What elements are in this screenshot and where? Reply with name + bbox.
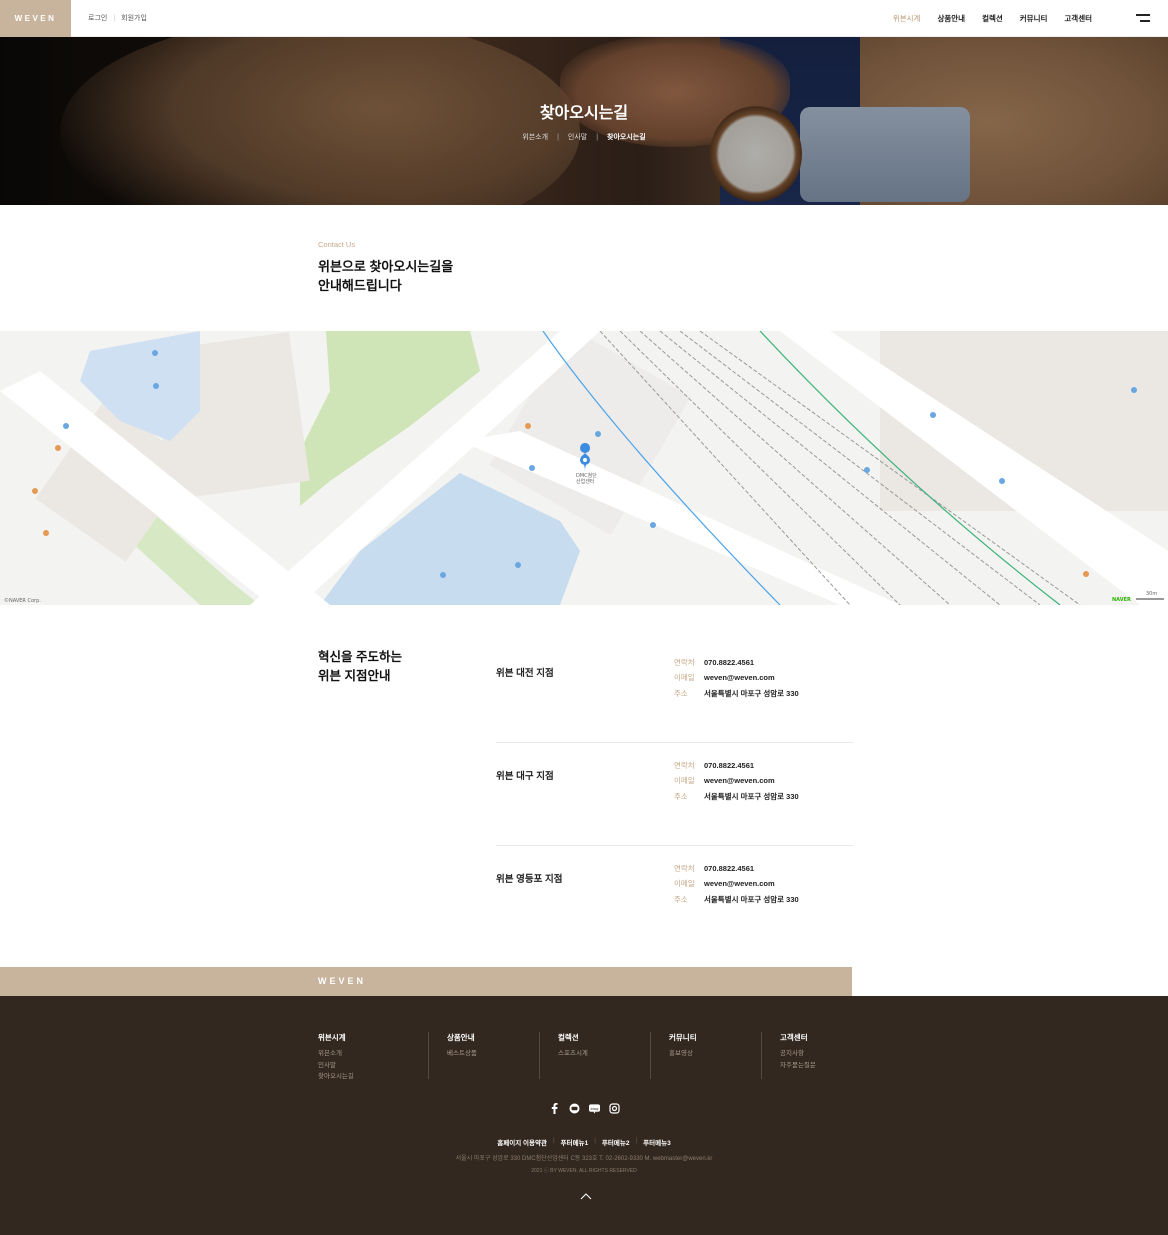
footer-sitemap: 위븐시계 위븐소개 인사말 찾아오시는길 상품안내 베스트상품 컬렉션 스포츠시… — [318, 1032, 873, 1080]
footer-link[interactable]: 푸터메뉴3 — [643, 1137, 671, 1147]
branch-phone[interactable]: 070.8822.4561 — [704, 758, 754, 773]
footer-link[interactable]: 푸터메뉴2 — [602, 1137, 630, 1147]
facebook-icon[interactable] — [549, 1103, 560, 1114]
util-divider: | — [113, 14, 116, 22]
site-footer: 위븐시계 위븐소개 인사말 찾아오시는길 상품안내 베스트상품 컬렉션 스포츠시… — [0, 996, 1168, 1235]
location-map[interactable]: DMC첨단 산업센터 NAVER 30m ©NAVER Corp. — [0, 331, 1168, 605]
branch-name: 위븐 영등포 지점 — [496, 874, 563, 885]
branch-phone[interactable]: 070.8822.4561 — [704, 861, 754, 876]
footer-link-terms[interactable]: 홈페이지 이용약관 — [497, 1137, 547, 1147]
svg-text:blog: blog — [590, 1106, 598, 1110]
branch-info: 연락처 070.8822.4561 이메일 weven@weven.com 주소 서울… — [674, 861, 799, 907]
svg-text:©NAVER Corp.: ©NAVER Corp. — [4, 597, 41, 604]
hamburger-menu-icon[interactable] — [1136, 14, 1150, 22]
nav-item-support[interactable]: 고객센터 — [1064, 13, 1092, 24]
footer-copyright: 2021 ⓒ BY WEVEN. ALL RIGHTS RESERVED — [531, 1168, 637, 1174]
footer-column: 상품안내 베스트상품 — [429, 1032, 540, 1079]
svg-text:30m: 30m — [1146, 591, 1157, 597]
login-link[interactable]: 로그인 — [88, 13, 107, 23]
footer-logo[interactable]: WEVEN — [318, 976, 366, 986]
join-link[interactable]: 회원가입 — [121, 13, 147, 23]
svg-text:산업센터: 산업센터 — [576, 478, 594, 485]
hero-banner: 찾아오시는길 위븐소개 | 인사말 | 찾아오시는길 — [0, 37, 1168, 205]
social-links: blog — [0, 1103, 1168, 1114]
breadcrumb-item[interactable]: 위븐소개 — [522, 132, 548, 142]
global-nav: 위븐시계 상품안내 컬렉션 커뮤니티 고객센터 — [893, 13, 1092, 24]
scroll-top-icon[interactable] — [580, 1189, 592, 1200]
footer-column: 컬렉션 스포츠시계 — [540, 1032, 651, 1079]
intro-title: 위븐으로 찾아오시는길을 안내해드립니다 — [318, 259, 454, 293]
branch-email[interactable]: weven@weven.com — [704, 876, 775, 891]
branch-name: 위븐 대전 지점 — [496, 668, 554, 679]
footer-column: 고객센터 공지사항 자주묻는질문 — [780, 1033, 816, 1069]
instagram-icon[interactable] — [608, 1103, 620, 1114]
youtube-icon[interactable] — [569, 1103, 580, 1114]
breadcrumb: 위븐소개 | 인사말 | 찾아오시는길 — [522, 132, 646, 142]
branch-email[interactable]: weven@weven.com — [704, 773, 775, 788]
svg-text:DMC첨단: DMC첨단 — [576, 472, 597, 479]
footer-logo-band: WEVEN — [0, 967, 852, 996]
site-header: WEVEN 로그인 | 회원가입 위븐시계 상품안내 컬렉션 커뮤니티 고객센터 — [0, 0, 1168, 37]
branch-phone[interactable]: 070.8822.4561 — [704, 655, 754, 670]
branch-info: 연락처 070.8822.4561 이메일 weven@weven.com 주소 서울… — [674, 655, 799, 701]
branches-title: 혁신을 주도하는 위븐 지점안내 — [318, 650, 402, 683]
branch-item: 위븐 영등포 지점 연락처 070.8822.4561 이메일 weven@weve… — [496, 846, 853, 949]
breadcrumb-item[interactable]: 인사말 — [568, 132, 587, 142]
logo[interactable]: WEVEN — [0, 0, 71, 37]
breadcrumb-current[interactable]: 찾아오시는길 — [607, 132, 646, 142]
nav-item-watch[interactable]: 위븐시계 — [893, 13, 921, 24]
branch-address: 서울특별시 마포구 성암로 330 — [704, 791, 799, 801]
section-label: Contact Us — [318, 240, 356, 249]
footer-column: 커뮤니티 홍보영상 — [651, 1032, 762, 1079]
footer-address: 서울시 마포구 성암로 330 DMC첨단산업센터 C동 323호 T. 02-… — [455, 1156, 713, 1162]
branch-email[interactable]: weven@weven.com — [704, 670, 775, 685]
page-title: 찾아오시는길 — [539, 105, 629, 122]
branch-info: 연락처 070.8822.4561 이메일 weven@weven.com 주소 서울… — [674, 758, 799, 804]
nav-item-products[interactable]: 상품안내 — [937, 13, 965, 24]
svg-text:NAVER: NAVER — [1112, 597, 1131, 603]
branch-item: 위븐 대구 지점 연락처 070.8822.4561 이메일 weven@weven… — [496, 743, 853, 846]
blog-icon[interactable]: blog — [588, 1103, 600, 1114]
branch-address: 서울특별시 마포구 성암로 330 — [704, 894, 799, 904]
nav-item-community[interactable]: 커뮤니티 — [1020, 13, 1048, 24]
footer-column: 위븐시계 위븐소개 인사말 찾아오시는길 — [318, 1032, 429, 1080]
nav-item-collection[interactable]: 컬렉션 — [982, 13, 1003, 24]
branch-address: 서울특별시 마포구 성암로 330 — [704, 688, 799, 698]
util-menu: 로그인 | 회원가입 — [88, 13, 147, 23]
branch-item: 위븐 대전 지점 연락처 070.8822.4561 이메일 weven@weven… — [496, 640, 853, 743]
footer-link[interactable]: 푸터메뉴1 — [561, 1137, 589, 1147]
footer-links: 홈페이지 이용약관 | 푸터메뉴1 | 푸터메뉴2 | 푸터메뉴3 — [497, 1137, 671, 1147]
branch-name: 위븐 대구 지점 — [496, 771, 554, 782]
